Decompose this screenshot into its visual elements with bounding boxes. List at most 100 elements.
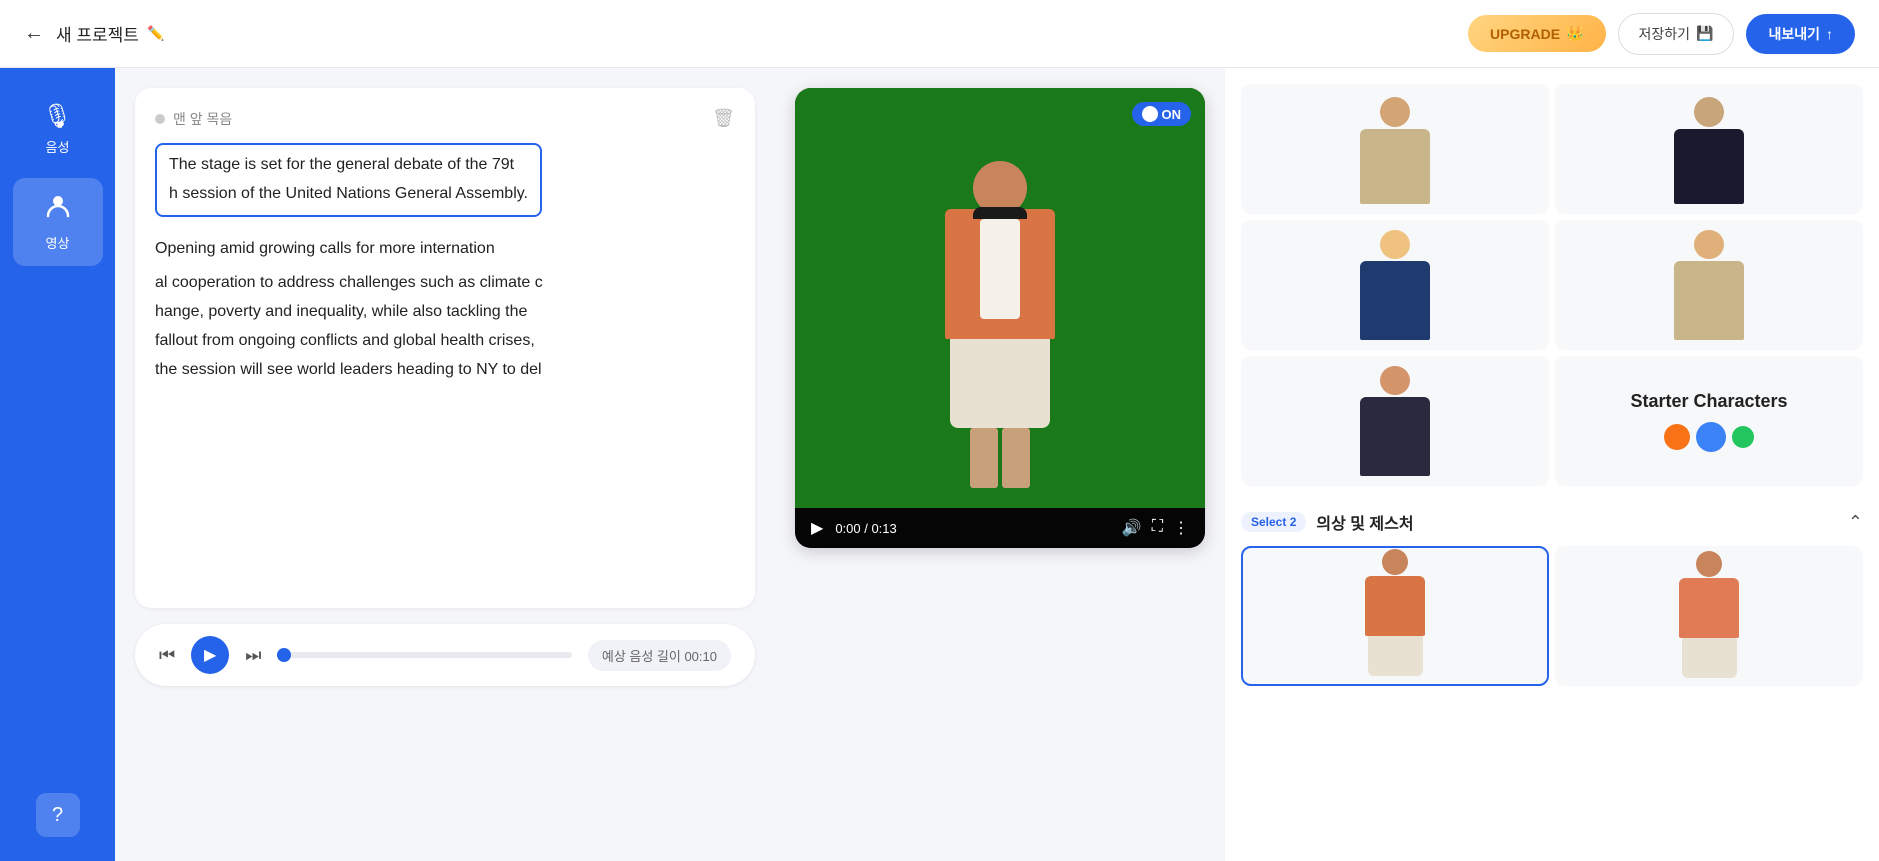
- starter-characters-card[interactable]: Starter Characters: [1555, 356, 1863, 486]
- character-card-dark-gesture[interactable]: [1241, 356, 1549, 486]
- playback-bar: ⏮ ▶ ⏭ 예상 음성 길이 00:10: [135, 624, 755, 686]
- starter-icons: [1664, 422, 1754, 452]
- script-label-text: 맨 앞 목음: [173, 109, 232, 129]
- video-time: 0:00 / 0:13: [835, 521, 1110, 536]
- presenter-torso: [945, 209, 1055, 339]
- toggle-on-badge[interactable]: ON: [1132, 102, 1192, 126]
- play-icon: ▶: [204, 645, 216, 665]
- prev-button[interactable]: ⏮: [159, 645, 175, 666]
- save-label: 저장하기: [1639, 24, 1691, 44]
- microphone-icon: 🎙: [42, 102, 72, 131]
- section-header-left: Select 2 의상 및 제스처: [1241, 510, 1414, 534]
- character-card-beige-suit[interactable]: [1241, 84, 1549, 214]
- more-options-icon[interactable]: ⋮: [1173, 518, 1189, 538]
- chevron-up-icon[interactable]: ⌃: [1848, 512, 1863, 533]
- outfit-card-pink-variant[interactable]: [1555, 546, 1863, 686]
- play-button[interactable]: ▶: [191, 636, 229, 674]
- character-card-blue-suit[interactable]: [1241, 220, 1549, 350]
- export-button[interactable]: 내보내기 ↑: [1746, 14, 1855, 54]
- shirt-detail: [980, 219, 1020, 319]
- video-play-button[interactable]: ▶: [811, 518, 823, 538]
- toggle-label: ON: [1162, 107, 1182, 122]
- label-dot: [155, 114, 165, 124]
- presenter-leg-left: [970, 428, 998, 488]
- presenter-figure: [945, 108, 1055, 488]
- char-blue-suit-fig: [1360, 230, 1430, 340]
- video-container: ON: [795, 88, 1205, 548]
- outfit-presenter-1: [1365, 549, 1425, 676]
- sidebar-video-label: 영상: [46, 233, 70, 252]
- char-beige-suit-fig: [1360, 94, 1430, 204]
- char-beige-casual-fig: [1674, 230, 1744, 340]
- toggle-circle: [1142, 106, 1158, 122]
- presenter-hair: [973, 207, 1027, 219]
- sidebar-item-video[interactable]: 영상: [13, 178, 103, 266]
- sidebar: 🎙 음성 영상 ?: [0, 68, 115, 861]
- script-label: 맨 앞 목음: [155, 109, 232, 129]
- character-card-black-suit[interactable]: [1555, 84, 1863, 214]
- delete-icon[interactable]: 🗑: [712, 108, 735, 129]
- help-button[interactable]: ?: [36, 793, 80, 837]
- presenter-leg-right: [1002, 428, 1030, 488]
- back-button[interactable]: ←: [24, 22, 44, 45]
- outfit-section-title: 의상 및 제스처: [1316, 510, 1413, 534]
- starter-title-text: Starter Characters: [1630, 390, 1787, 413]
- starter-icon-green: [1732, 426, 1754, 448]
- save-button[interactable]: 저장하기 💾: [1618, 13, 1735, 55]
- script-panel: 맨 앞 목음 🗑 The stage is set for the genera…: [115, 68, 775, 861]
- script-line-6: fallout from ongoing conflicts and globa…: [155, 327, 735, 354]
- outfit-grid: [1225, 534, 1879, 698]
- upgrade-button[interactable]: UPGRADE 👑: [1468, 15, 1605, 52]
- right-panel: Starter Characters Select 2 의상 및 제스처 ⌃: [1225, 68, 1879, 861]
- video-controls: ▶ 0:00 / 0:13 🔊 ⛶ ⋮: [795, 508, 1205, 548]
- upgrade-label: UPGRADE: [1490, 26, 1560, 42]
- crown-icon: 👑: [1566, 25, 1583, 42]
- main-area: 맨 앞 목음 🗑 The stage is set for the genera…: [115, 68, 1879, 861]
- next-button[interactable]: ⏭: [245, 645, 261, 666]
- progress-bar[interactable]: [277, 652, 571, 658]
- video-background: ON: [795, 88, 1205, 508]
- sidebar-voice-label: 음성: [46, 137, 70, 156]
- character-grid-top: Starter Characters: [1225, 68, 1879, 486]
- starter-icon-blue: [1696, 422, 1726, 452]
- outfit-card-pink-selected[interactable]: [1241, 546, 1549, 686]
- export-label: 내보내기: [1768, 24, 1820, 44]
- progress-dot: [277, 648, 291, 662]
- project-title-text: 새 프로젝트: [56, 21, 139, 46]
- video-panel: ON: [775, 68, 1225, 861]
- question-icon: ?: [52, 804, 63, 827]
- sidebar-item-voice[interactable]: 🎙 음성: [13, 88, 103, 170]
- script-text-area: The stage is set for the general debate …: [155, 143, 735, 592]
- video-person-icon: [44, 192, 72, 227]
- presenter-legs: [970, 428, 1030, 488]
- script-highlighted-block[interactable]: The stage is set for the general debate …: [155, 143, 542, 217]
- project-title: 새 프로젝트 ✏️: [56, 21, 164, 46]
- fullscreen-icon[interactable]: ⛶: [1152, 518, 1163, 538]
- outfit-section-header: Select 2 의상 및 제스처 ⌃: [1225, 496, 1879, 534]
- header-right: UPGRADE 👑 저장하기 💾 내보내기 ↑: [1468, 13, 1855, 55]
- export-icon: ↑: [1826, 26, 1833, 42]
- character-card-beige-casual[interactable]: [1555, 220, 1863, 350]
- script-line-5: hange, poverty and inequality, while als…: [155, 298, 735, 325]
- sidebar-help-area: ?: [0, 793, 115, 837]
- outfit-presenter-2: [1679, 551, 1739, 678]
- script-card: 맨 앞 목음 🗑 The stage is set for the genera…: [135, 88, 755, 608]
- volume-icon[interactable]: 🔊: [1122, 518, 1142, 538]
- header-left: ← 새 프로젝트 ✏️: [24, 21, 164, 46]
- script-line-3: Opening amid growing calls for more inte…: [155, 231, 735, 266]
- char-black-suit-fig: [1674, 94, 1744, 204]
- save-icon: 💾: [1696, 25, 1713, 42]
- script-line-1: The stage is set for the general debate …: [169, 151, 528, 178]
- video-control-icons: 🔊 ⛶ ⋮: [1122, 518, 1189, 538]
- script-card-header: 맨 앞 목음 🗑: [155, 108, 735, 129]
- right-panel-inner: Starter Characters Select 2 의상 및 제스처 ⌃: [1225, 68, 1879, 861]
- presenter-skirt: [950, 338, 1050, 428]
- script-line-4: al cooperation to address challenges suc…: [155, 269, 735, 296]
- duration-badge: 예상 음성 길이 00:10: [588, 640, 731, 671]
- starter-icon-orange: [1664, 424, 1690, 450]
- header: ← 새 프로젝트 ✏️ UPGRADE 👑 저장하기 💾 내보내기 ↑: [0, 0, 1879, 68]
- select-badge: Select 2: [1241, 512, 1306, 532]
- edit-icon[interactable]: ✏️: [147, 25, 164, 42]
- char-dark-gesture-fig: [1360, 366, 1430, 476]
- script-line-7: the session will see world leaders headi…: [155, 356, 735, 383]
